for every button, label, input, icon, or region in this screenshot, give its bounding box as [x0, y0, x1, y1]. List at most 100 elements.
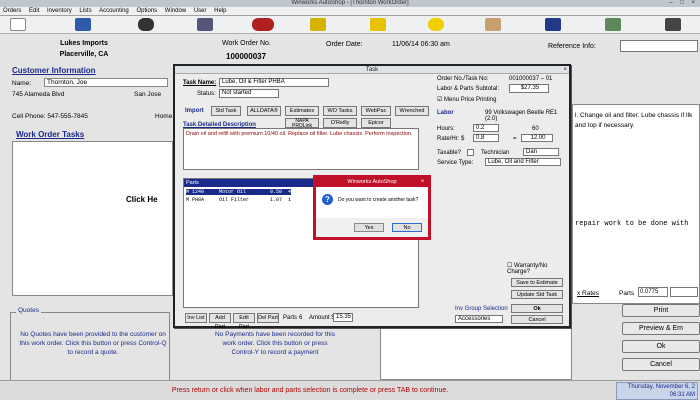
close-icon[interactable]: ×: [563, 66, 567, 74]
car-icon[interactable]: [252, 18, 274, 31]
oreilly-button[interactable]: O'Reilly: [323, 118, 357, 128]
menu-help[interactable]: Help: [214, 8, 226, 14]
std-task-button[interactable]: Std Task: [211, 106, 241, 116]
add-part-button[interactable]: Add Part: [209, 313, 231, 330]
map-icon[interactable]: [605, 18, 621, 31]
edit-part-button[interactable]: Edit Part: [233, 313, 255, 330]
payments-message[interactable]: No Payments have been recorded for this …: [210, 330, 340, 357]
parts-total-field[interactable]: 0.0775: [638, 287, 668, 297]
binoculars-icon[interactable]: [138, 18, 154, 31]
order-task-label: Order No./Task No:: [437, 76, 489, 82]
del-part-button[interactable]: Del Part: [257, 313, 279, 323]
menu-accounting[interactable]: Accounting: [99, 8, 129, 14]
notes-panel[interactable]: [572, 104, 700, 304]
click-here-text[interactable]: Click He: [126, 195, 158, 204]
part-row[interactable]: M PH8A Oil Filter 1.07 1: [186, 197, 291, 203]
amount-label: Amount $: [309, 315, 335, 321]
labor-label: Labor: [437, 110, 454, 116]
menu-options[interactable]: Options: [136, 8, 157, 14]
truck-icon[interactable]: [545, 18, 561, 31]
calculator-icon[interactable]: [197, 18, 213, 31]
parts-extra-field[interactable]: [670, 287, 698, 297]
shop-name: Lukes Imports: [60, 40, 108, 47]
alldata-button[interactable]: ALLDATA®: [247, 106, 281, 116]
camera-icon[interactable]: [665, 18, 681, 31]
handshake-icon[interactable]: [485, 18, 501, 31]
technician-select[interactable]: Dan: [523, 148, 559, 156]
equals-sign: =: [513, 136, 517, 142]
preview-email-button[interactable]: Preview & Em: [622, 322, 700, 335]
menu-pricing-checkbox[interactable]: ☑ Menu Price Printing: [437, 96, 496, 103]
question-icon: ?: [322, 194, 333, 205]
customer-city: San Jose: [134, 91, 162, 98]
technician-label: Technician: [481, 150, 510, 156]
cancel-button[interactable]: Cancel: [622, 358, 700, 371]
quotes-message[interactable]: No Quotes have been provided to the cust…: [18, 330, 168, 357]
order-task-value: 001000037 – 01: [509, 76, 553, 82]
document-icon[interactable]: [10, 18, 26, 31]
parts-label: Parts: [619, 290, 635, 297]
confirm-dialog: Winworks AutoShop × ? Do you want to cre…: [313, 175, 431, 240]
gold-bars-icon[interactable]: [370, 18, 386, 31]
napa-icon[interactable]: [428, 18, 444, 31]
menu-user[interactable]: User: [194, 8, 207, 14]
ok-button[interactable]: Ok: [622, 340, 700, 353]
wo-tasks-button[interactable]: WO Tasks: [323, 106, 357, 116]
part-row[interactable]: M 1240 Motor Oil 0.50 4: [186, 189, 292, 195]
rate-right: 60: [532, 126, 539, 132]
description-textarea[interactable]: Drain oil and refill with premium 10/40 …: [183, 128, 419, 170]
menu-orders[interactable]: Orders: [3, 8, 21, 14]
no-button[interactable]: No: [392, 223, 422, 232]
menu-lists[interactable]: Lists: [79, 8, 91, 14]
labor-total: 12.00: [521, 134, 553, 142]
webpac-button[interactable]: WebPac: [361, 106, 391, 116]
hours-label: Hours:: [437, 126, 455, 132]
yes-button[interactable]: Yes: [354, 223, 384, 232]
window-controls[interactable]: – □ ×: [669, 0, 698, 7]
customer-section-title: Customer Information: [12, 66, 96, 75]
rates-link[interactable]: x Rates: [577, 290, 599, 297]
print-button[interactable]: Print: [622, 304, 700, 317]
service-type-label: Service Type:: [437, 160, 474, 166]
task-name-input[interactable]: Lube, Oil & Filter PHBA: [219, 78, 329, 87]
task-title-text: Task: [365, 67, 379, 73]
taxable-checkbox[interactable]: [467, 149, 474, 156]
wrenched-button[interactable]: Wrenched: [395, 106, 429, 116]
epicor-button[interactable]: Epicor: [361, 118, 391, 128]
tasks-panel[interactable]: [12, 141, 173, 296]
menu-window[interactable]: Window: [165, 8, 186, 14]
status-message: Press return or click when labor and par…: [171, 387, 449, 394]
menu-edit[interactable]: Edit: [29, 8, 39, 14]
clock-time: 06:31 AM: [669, 392, 695, 398]
save-estimate-button[interactable]: Save to Estimate: [511, 278, 563, 287]
task-ok-button[interactable]: Ok: [511, 304, 563, 313]
napa-prolink-button[interactable]: NAPA PROLink: [285, 118, 319, 129]
update-std-task-button[interactable]: Update Std Task: [511, 290, 563, 299]
estimates-button[interactable]: Estimates: [285, 106, 319, 116]
notes-text: l. Change oil and filter. Lube chassis i…: [575, 112, 693, 129]
shop-city: Placerville, CA: [59, 51, 109, 58]
inv-group-select[interactable]: Accessories: [455, 315, 503, 323]
reference-input[interactable]: [620, 40, 698, 52]
amount-value: 15.35: [333, 313, 353, 322]
rate-input[interactable]: 0.8: [473, 134, 499, 142]
customer-name-field[interactable]: Thornton, Joe: [44, 78, 168, 87]
people-icon[interactable]: [75, 18, 91, 31]
status-label: Status:: [197, 91, 216, 97]
menu-bar: Orders Edit Inventory Lists Accounting O…: [0, 7, 700, 16]
task-dialog-title: Task ×: [175, 66, 569, 74]
close-icon[interactable]: ×: [418, 178, 427, 187]
confirm-dialog-footer: Yes No: [316, 218, 428, 237]
work-order-label: Work Order No.: [222, 40, 271, 47]
inv-list-button[interactable]: Inv List: [185, 313, 207, 323]
service-type-select[interactable]: Lube, Oil and Filter: [485, 158, 561, 166]
task-cancel-button[interactable]: Cancel: [511, 315, 563, 324]
status-select[interactable]: Not started: [219, 89, 279, 98]
gold-bars-icon[interactable]: [310, 18, 326, 31]
warranty-checkbox[interactable]: ☐ Warranty/No Charge?: [507, 262, 569, 275]
subtotal-label: Labor & Parts Subtotal:: [437, 86, 500, 92]
vehicle-label: 99 Volkswagen Beetle RE1 (2.0): [485, 110, 558, 122]
menu-inventory[interactable]: Inventory: [47, 8, 72, 14]
hours-input[interactable]: 0.2: [473, 124, 499, 132]
toolbar: [0, 16, 700, 34]
